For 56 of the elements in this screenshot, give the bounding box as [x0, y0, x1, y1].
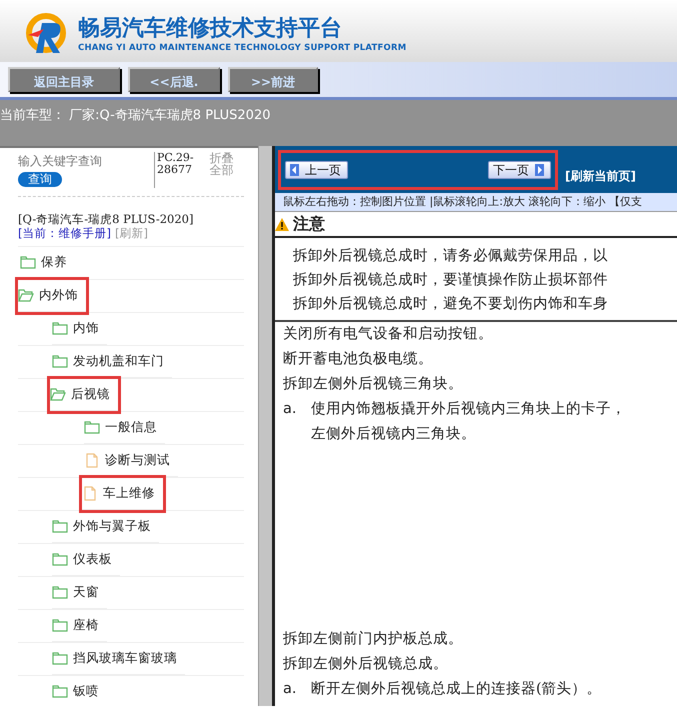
substep-text: 左侧外后视镜内三角块。: [311, 425, 477, 444]
step-marker: a.: [283, 680, 298, 699]
instructions-text: 鼠标左右拖动：控制图片位置 |鼠标滚轮向上:放大 滚轮向下：缩小 【仅支: [275, 193, 677, 212]
code-text: PC.29-28677: [154, 152, 194, 188]
tree-item[interactable]: 挡风玻璃车窗玻璃: [52, 643, 185, 676]
folder-icon: [52, 618, 68, 634]
tree-item[interactable]: 外饰与翼子板: [52, 511, 159, 544]
tree-item[interactable]: 后视镜: [50, 379, 118, 412]
step-text: 关闭所有电气设备和启动按钮。: [283, 324, 494, 344]
step-text: 拆卸左侧外后视镜总成。: [283, 655, 449, 674]
model-text: [Q-奇瑞汽车-瑞虎8 PLUS-2020]: [18, 213, 194, 225]
substep-text: 使用内饰翘板撬开外后视镜内三角块上的卡子，: [311, 400, 626, 419]
tree-item[interactable]: 天窗: [52, 577, 107, 610]
folder-icon: [52, 354, 68, 370]
left-arrow-icon: [290, 164, 299, 176]
folder-icon: [20, 255, 36, 270]
site-title: 畅易汽车维修技术支持平台: [78, 16, 343, 42]
tree-item[interactable]: 车上维修: [82, 478, 163, 510]
substep-text: 断开左侧外后视镜总成上的连接器(箭头）。: [311, 680, 602, 699]
tree-item[interactable]: 内饰: [52, 313, 107, 346]
step-text: 拆卸左侧外后视镜三角块。: [283, 375, 464, 394]
tree-item[interactable]: 仪表板: [52, 544, 120, 576]
step-marker: a.: [283, 400, 298, 419]
tree-item[interactable]: 保养: [20, 247, 75, 280]
folder-icon: [52, 684, 68, 700]
warning-icon: [275, 218, 289, 230]
search-button[interactable]: 查询: [18, 172, 62, 187]
notice-text: 拆卸外后视镜总成时，请务必佩戴劳保用品，以: [293, 247, 609, 266]
open-folder-icon: [50, 387, 66, 402]
folder-icon: [52, 651, 68, 666]
tree-item[interactable]: 诊断与测试: [84, 445, 178, 478]
current-model-text: 当前车型： 厂家:Q-奇瑞汽车瑞虎8 PLUS2020: [0, 108, 270, 123]
folder-icon: [52, 519, 68, 534]
previous-page-button[interactable]: 上一页: [285, 160, 348, 178]
step-text: 拆卸左侧前门内护板总成。: [283, 630, 464, 649]
open-folder-icon: [18, 288, 34, 304]
folder-icon: [52, 585, 68, 600]
folder-icon: [52, 321, 68, 336]
tree-item[interactable]: 一般信息: [84, 412, 165, 444]
tree-item[interactable]: 内外饰: [18, 280, 86, 312]
refresh-page-link[interactable]: [刷新当前页]: [565, 166, 636, 184]
tree-item[interactable]: 发动机盖和车门: [52, 346, 172, 378]
folder-icon: [84, 420, 100, 436]
right-arrow-icon: [535, 164, 544, 176]
notice-text: 拆卸外后视镜总成时，要谨慎操作防止损坏部件: [293, 270, 609, 290]
notice-heading: 注意: [293, 213, 325, 235]
step-text: 断开蓄电池负极电缆。: [283, 350, 434, 369]
document-icon: [82, 486, 98, 502]
next-page-button[interactable]: 下一页: [488, 160, 551, 178]
folder-icon: [52, 552, 68, 568]
document-icon: [84, 453, 100, 468]
notice-text: 拆卸外后视镜总成时，避免不要划伤内饰和车身: [293, 295, 609, 314]
site-subtitle: CHANG YI AUTO MAINTENANCE TECHNOLOGY SUPPORT PLATFORM: [78, 42, 406, 54]
tree-item[interactable]: 座椅: [52, 610, 107, 642]
current-manual-link[interactable]: [当前：维修手册]: [18, 225, 111, 242]
tree-item[interactable]: 钣喷: [52, 676, 107, 706]
